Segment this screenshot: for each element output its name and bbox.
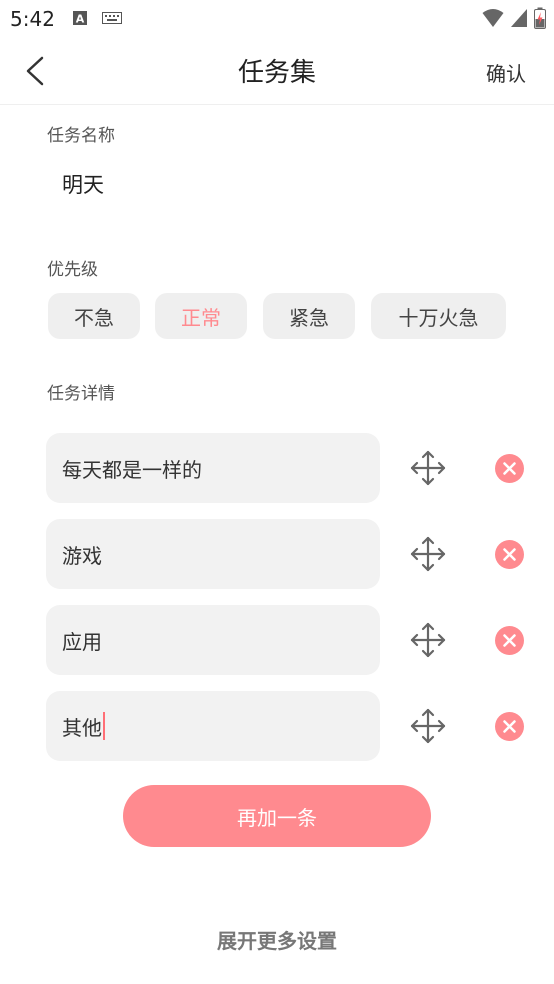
close-icon [503,462,516,475]
svg-text:A: A [76,13,85,26]
detail-input[interactable]: 游戏 [46,519,380,589]
detail-row: 应用 [46,605,554,675]
keyboard-icon [102,12,122,24]
detail-text: 应用 [62,629,102,654]
a-notification-icon: A [73,11,87,26]
detail-row: 其他 [46,691,554,761]
header-bar: 任务集 确认 [0,38,554,105]
task-name-input[interactable]: 明天 [62,169,104,199]
confirm-button[interactable]: 确认 [486,58,526,87]
delete-button[interactable] [495,454,524,483]
detail-input[interactable]: 每天都是一样的 [46,433,380,503]
signal-icon [511,9,527,27]
move-arrows-icon[interactable] [410,708,446,744]
task-details-label: 任务详情 [47,384,115,404]
detail-input-focused[interactable]: 其他 [46,691,380,761]
page-title: 任务集 [237,58,316,88]
detail-row: 游戏 [46,519,554,589]
task-name-label: 任务名称 [47,126,115,146]
priority-option-urgent[interactable]: 紧急 [263,293,355,339]
move-arrows-icon[interactable] [410,536,446,572]
detail-text: 每天都是一样的 [62,457,202,482]
detail-row: 每天都是一样的 [46,433,554,503]
move-arrows-icon[interactable] [410,622,446,658]
priority-option-extremely-urgent[interactable]: 十万火急 [371,293,506,339]
status-bar: 5:42 A [0,0,554,38]
status-right-icons [482,7,546,29]
detail-text: 游戏 [62,543,102,568]
detail-text: 其他 [62,715,102,740]
wifi-icon [482,9,504,27]
priority-label: 优先级 [47,260,98,280]
priority-option-not-urgent[interactable]: 不急 [48,293,140,339]
close-icon [503,548,516,561]
status-time: 5:42 [10,7,55,31]
status-left-icons: A [72,10,122,26]
close-icon [503,634,516,647]
delete-button[interactable] [495,540,524,569]
add-another-button[interactable]: 再加一条 [123,785,431,847]
delete-button[interactable] [495,626,524,655]
detail-input[interactable]: 应用 [46,605,380,675]
priority-option-normal[interactable]: 正常 [155,293,247,339]
move-arrows-icon[interactable] [410,450,446,486]
battery-charging-icon [534,7,546,29]
text-caret [103,712,105,740]
close-icon [503,720,516,733]
expand-more-settings-link[interactable]: 展开更多设置 [0,925,554,954]
delete-button[interactable] [495,712,524,741]
